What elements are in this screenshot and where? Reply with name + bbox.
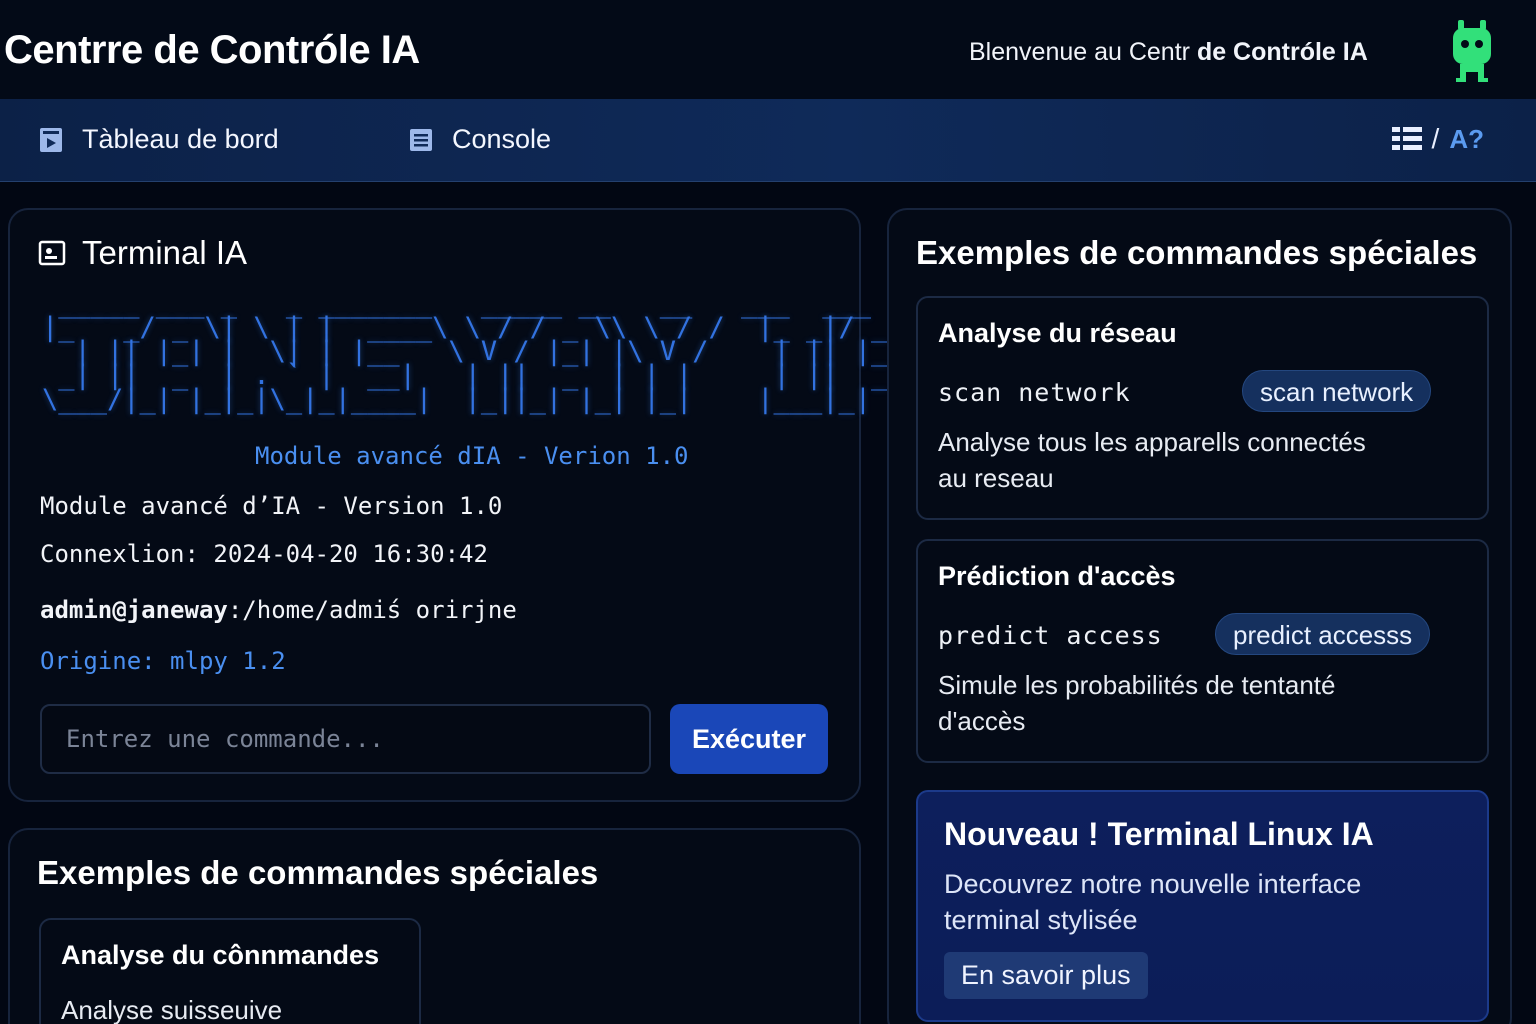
special-commands-panel: Exemples de commandes spéciales Analyse … xyxy=(887,208,1512,1024)
app-title: Centrre de Contróle IA xyxy=(4,28,420,72)
welcome-prefix: Blenvenue au Centr xyxy=(969,38,1197,66)
prompt-user: admin@janeway xyxy=(40,596,228,624)
card-description-line1: Simule les probabilités de tentanté xyxy=(938,670,1336,700)
card-title: Analyse du réseau xyxy=(938,318,1177,348)
learn-more-button[interactable]: En savoir plus xyxy=(944,952,1148,999)
card-title: Prédiction d'accès xyxy=(938,561,1176,591)
prompt-path: :/home/admiś orirjne xyxy=(227,596,517,624)
connexion-line: Connexlion: 2024-04-20 16:30:42 xyxy=(40,540,488,568)
card-description-line1: Analyse tous les apparells connectés xyxy=(938,427,1366,457)
execute-button[interactable]: Exécuter xyxy=(670,704,828,774)
console-icon xyxy=(410,128,432,151)
module-blue-line: Module avancé dIA - Verion 1.0 xyxy=(255,442,689,470)
promo-description: Decouvrez notre nouvelle interface termi… xyxy=(944,866,1414,938)
welcome-message: Blenvenue au Centr de Contróle IA xyxy=(969,38,1368,67)
card-description-line2: d'accès xyxy=(938,706,1026,736)
ascii-banner: _____ ___ _ _ _______ _____ __ __ ___ __… xyxy=(42,288,936,415)
origin-line: Origine: mlpy 1.2 xyxy=(40,647,286,675)
language-toggle[interactable]: A? xyxy=(1449,124,1484,155)
card-title: Analyse du cônnmandes xyxy=(61,940,380,970)
dashboard-icon xyxy=(40,127,62,152)
predict-access-pill[interactable]: predict accesss xyxy=(1215,613,1431,655)
command-card-commands: Analyse du cônnmandes Analyse suisseuive xyxy=(39,918,421,1024)
module-line: Module avancé d’IA - Version 1.0 xyxy=(40,492,503,520)
nav-bar: Tàbleau de bord Console / A? xyxy=(0,99,1536,182)
left-special-commands-panel: Exemples de commandes spéciales Analyse … xyxy=(8,828,861,1024)
promo-card: Nouveau ! Terminal Linux IA Decouvrez no… xyxy=(916,790,1489,1022)
list-layout-icon[interactable] xyxy=(1391,126,1422,152)
nav-item-dashboard-label: Tàbleau de bord xyxy=(82,124,279,154)
card-description: Analyse suisseuive xyxy=(61,995,283,1024)
special-commands-title: Exemples de commandes spéciales xyxy=(916,234,1478,271)
robot-icon[interactable] xyxy=(1450,20,1494,82)
nav-separator: / xyxy=(1431,123,1440,154)
nav-item-console[interactable]: Console xyxy=(408,124,551,155)
promo-title: Nouveau ! Terminal Linux IA xyxy=(944,816,1374,852)
welcome-bold: de Contróle IA xyxy=(1196,38,1368,66)
promo-description-line1: Decouvrez notre nouvelle interface xyxy=(944,869,1362,899)
card-description-line2: au reseau xyxy=(938,463,1054,493)
scan-network-pill[interactable]: scan network xyxy=(1242,370,1432,412)
terminal-title: Terminal IA xyxy=(38,234,247,272)
nav-item-console-label: Console xyxy=(452,124,552,154)
terminal-panel: Terminal IA _____ ___ _ _ _______ _____ … xyxy=(8,208,936,802)
app-header: Centrre de Contróle IA Blenvenue au Cent… xyxy=(0,0,1536,99)
command-input[interactable] xyxy=(40,704,651,774)
command-card-access: Prédiction d'accès predict access predic… xyxy=(916,539,1489,763)
command-card-network: Analyse du réseau scan network scan netw… xyxy=(916,296,1489,520)
nav-item-dashboard[interactable]: Tàbleau de bord xyxy=(38,124,279,155)
prompt-line: admin@janeway:/home/admiś orirjne xyxy=(40,596,517,624)
promo-description-line2: terminal stylisée xyxy=(944,905,1138,935)
card-command: scan network xyxy=(938,378,1131,407)
card-command: predict access xyxy=(938,621,1163,650)
nav-right-controls: / A? xyxy=(1391,123,1484,155)
terminal-title-text: Terminal IA xyxy=(82,234,248,271)
left-special-commands-title: Exemples de commandes spéciales xyxy=(37,854,599,891)
terminal-icon xyxy=(38,240,66,266)
